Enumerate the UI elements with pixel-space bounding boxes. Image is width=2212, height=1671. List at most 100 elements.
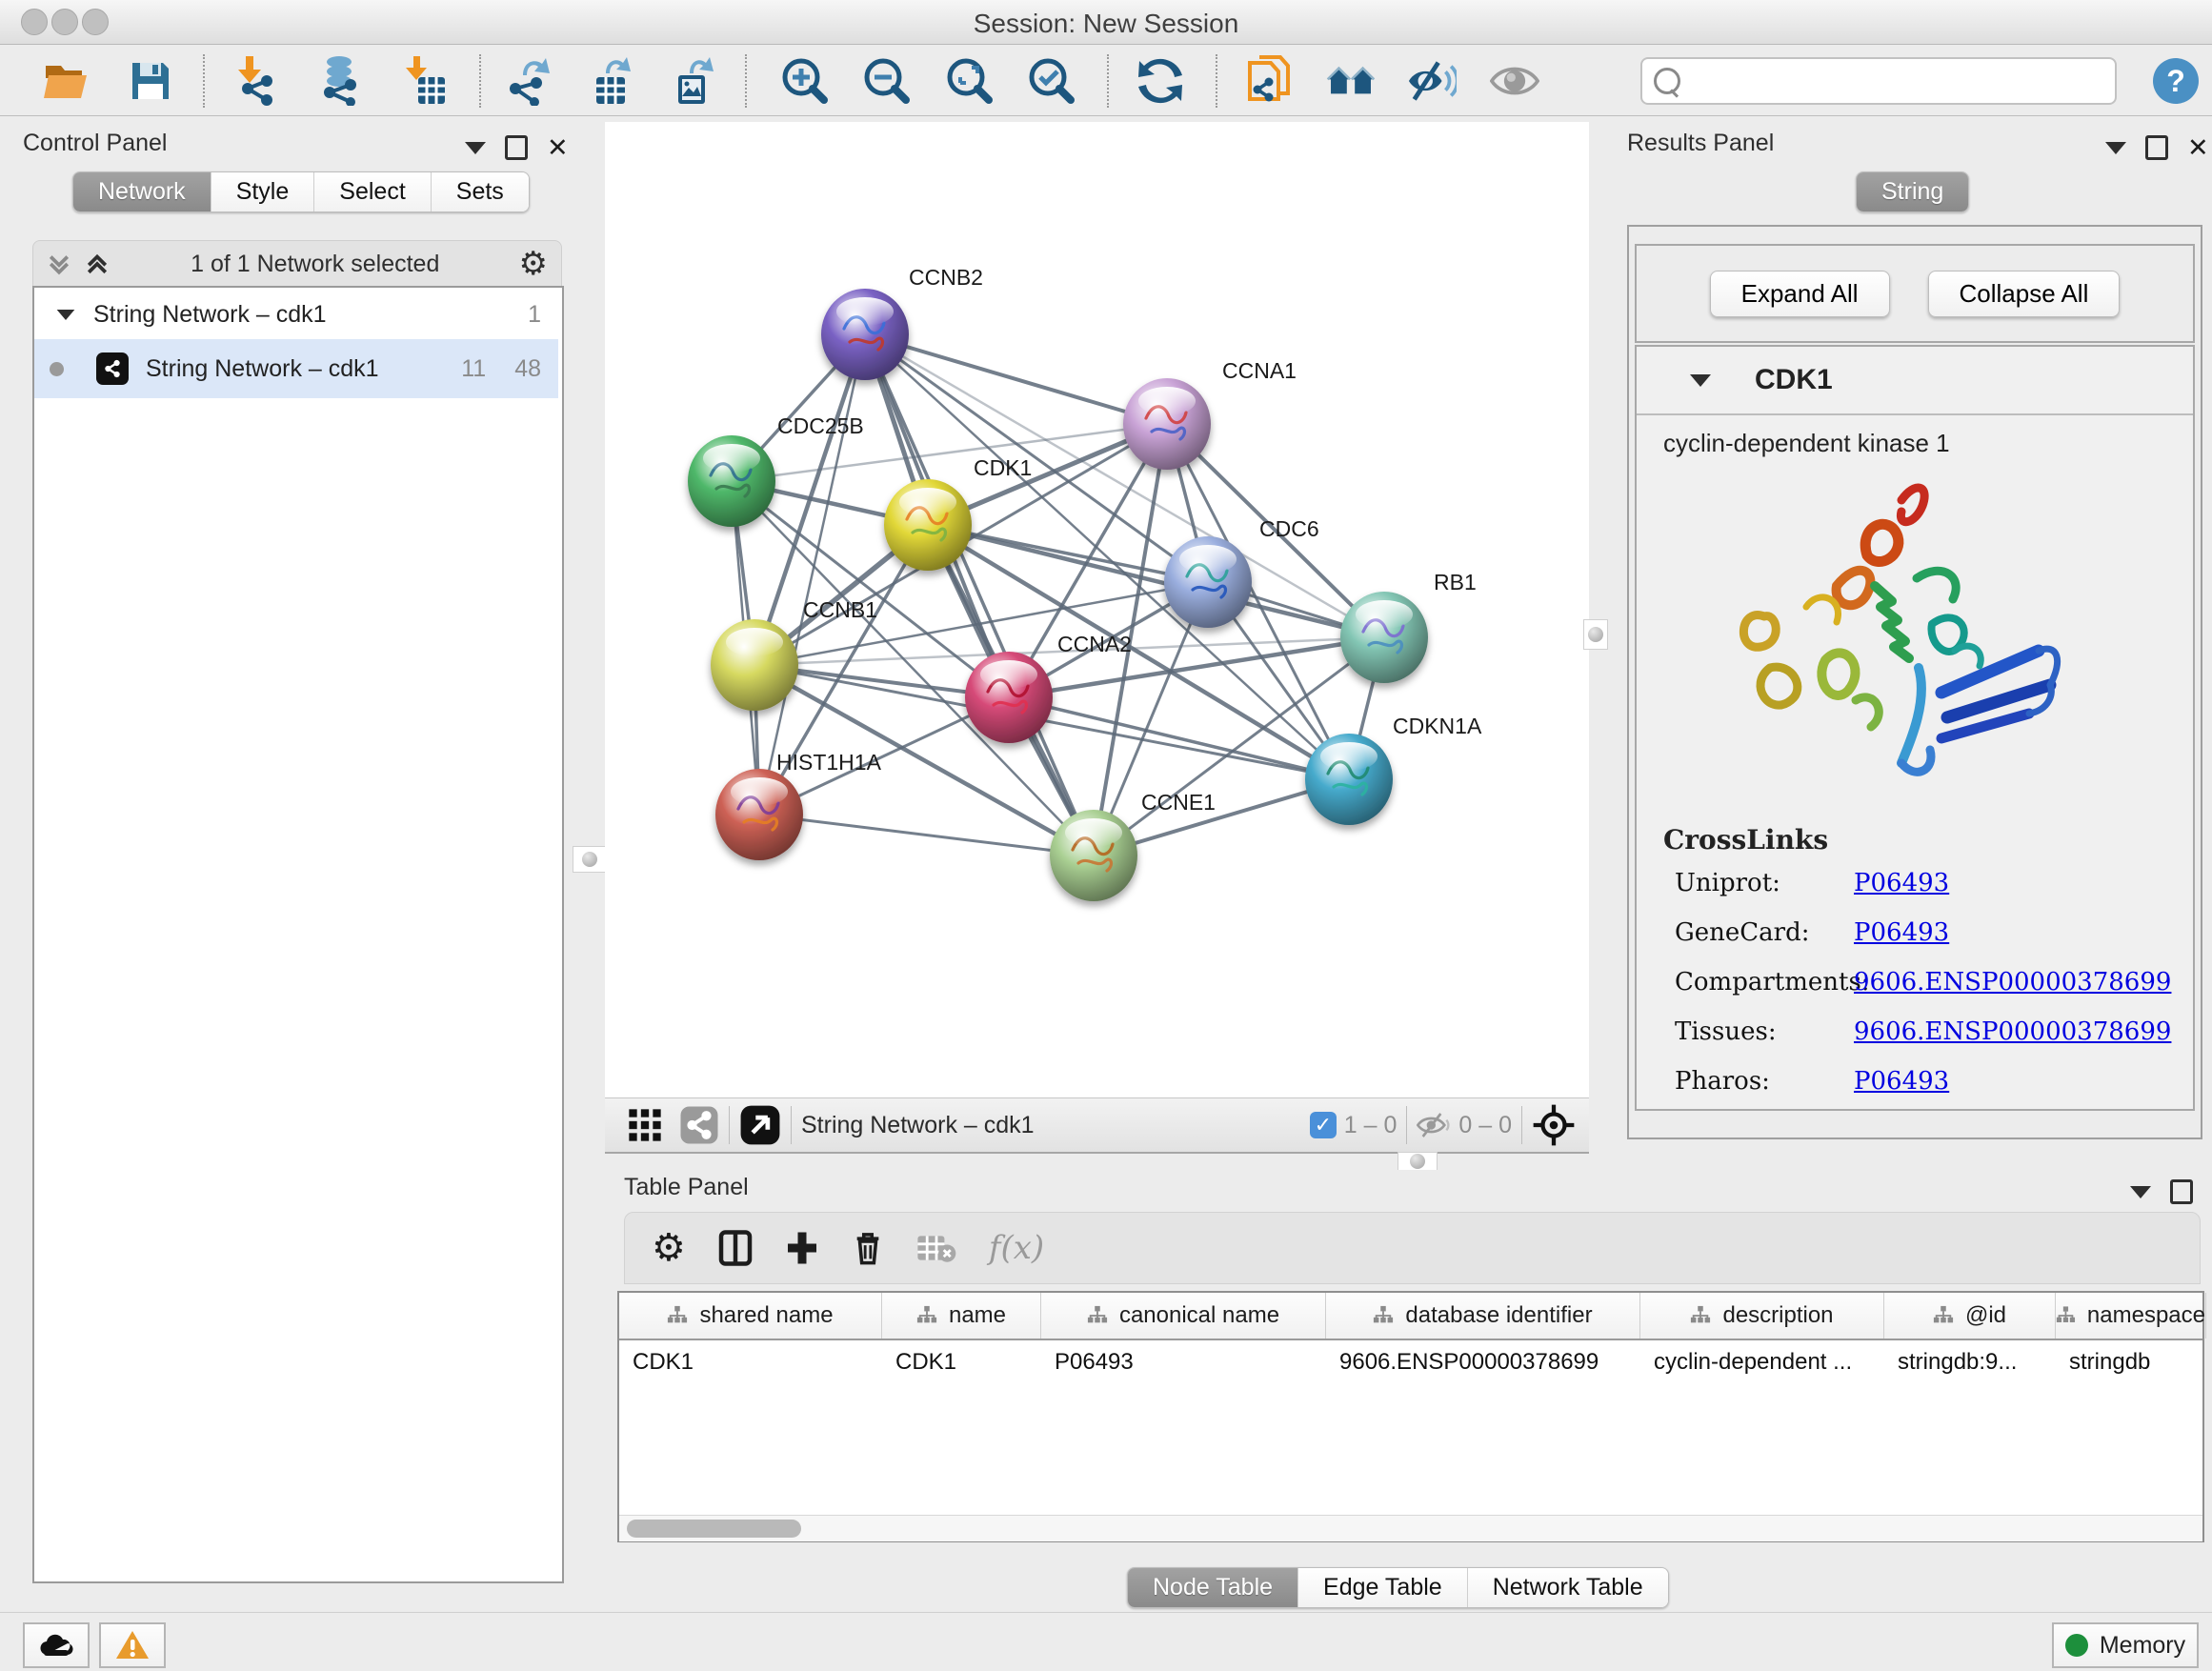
collapse-all-icon[interactable] [45,250,73,278]
panel-menu-icon[interactable] [2130,1186,2151,1198]
scrollbar-thumb[interactable] [627,1520,801,1538]
add-column-icon[interactable] [785,1229,819,1267]
table-cell[interactable]: P06493 [1041,1340,1326,1384]
expand-all-button[interactable]: Expand All [1710,271,1890,317]
network-canvas[interactable]: CCNB2CCNA1CDC25BCDK1CDC6RB1CCNB1CCNA2CDK… [605,122,1589,1097]
right-splitter-handle[interactable] [1583,619,1608,650]
crosslink-link[interactable]: 9606.ENSP00000378699 [1854,968,2171,997]
table-cell[interactable]: stringdb [2056,1340,2206,1384]
tab-style[interactable]: Style [211,172,314,211]
tab-network-table[interactable]: Network Table [1467,1568,1668,1607]
selected-count: ✓ 1 – 0 [1310,1112,1398,1139]
panel-menu-icon[interactable] [465,142,486,154]
left-splitter-handle[interactable] [573,846,607,873]
hide-selected-button[interactable] [1407,56,1457,106]
import-network-database-button[interactable] [316,56,366,106]
tab-select[interactable]: Select [313,172,430,211]
search-input[interactable] [1688,67,2115,95]
import-table-file-button[interactable] [401,56,451,106]
function-builder-icon[interactable]: f(x) [989,1229,1044,1267]
network-view-icon[interactable] [679,1105,719,1145]
table-cell[interactable]: stringdb:9... [1884,1340,2056,1384]
import-network-file-button[interactable] [232,56,282,106]
open-session-button[interactable] [42,56,91,106]
show-eye-button[interactable] [1490,56,1539,106]
crosslink-link[interactable]: P06493 [1854,918,1949,947]
tree-expand-icon[interactable] [57,309,75,319]
node-gloss [731,777,788,806]
node-gloss [836,297,894,326]
share-document-button[interactable] [1244,56,1294,106]
birds-eye-view-icon[interactable] [1532,1103,1576,1147]
tab-sets[interactable]: Sets [431,172,529,211]
network-view-title: String Network – cdk1 [801,1112,1035,1139]
options-gear-icon[interactable]: ⚙ [519,245,548,283]
column-header-namespace[interactable]: namespace [2056,1293,2206,1339]
network-row-selected[interactable]: String Network – cdk1 11 48 [34,339,558,398]
separator [729,1106,730,1144]
crosslink-link[interactable]: P06493 [1854,1067,1949,1096]
table-cell[interactable]: cyclin-dependent ... [1640,1340,1884,1384]
panel-close-icon[interactable]: ✕ [547,138,569,157]
zoom-fit-button[interactable] [945,56,995,106]
selected-checkbox-icon[interactable]: ✓ [1310,1112,1337,1138]
detach-view-icon[interactable] [739,1104,781,1146]
column-header-name[interactable]: name [882,1293,1041,1339]
network-edge[interactable] [865,334,1167,424]
expand-all-icon[interactable] [83,250,111,278]
toolbar-separator [203,54,205,108]
panel-menu-icon[interactable] [2105,142,2126,154]
zoom-out-button[interactable] [862,56,912,106]
panel-float-icon[interactable] [505,135,528,160]
delete-table-icon[interactable] [916,1232,956,1264]
horizontal-splitter-handle[interactable] [1398,1152,1438,1171]
title-bar: Session: New Session [0,0,2212,45]
column-header-@id[interactable]: @id [1884,1293,2056,1339]
tab-string[interactable]: String [1857,172,1968,211]
network-edge[interactable] [759,815,1094,856]
column-header-canonical-name[interactable]: canonical name [1041,1293,1326,1339]
search-bar[interactable] [1640,57,2117,105]
cloud-status-button[interactable] [23,1622,90,1668]
table-cell[interactable]: CDK1 [619,1340,882,1384]
crosslink-label: Uniprot: [1675,869,1854,897]
crosslink-link[interactable]: 9606.ENSP00000378699 [1854,1017,2171,1046]
export-image-button[interactable] [669,56,718,106]
memory-button[interactable]: Memory [2052,1622,2199,1668]
refresh-view-button[interactable] [1136,56,1185,106]
gene-section-header[interactable]: CDK1 [1637,347,2193,415]
table-cell[interactable]: CDK1 [882,1340,1041,1384]
tab-node-table[interactable]: Node Table [1128,1568,1297,1607]
delete-column-icon[interactable] [852,1228,884,1268]
export-network-button[interactable] [504,56,553,106]
warning-status-button[interactable] [99,1622,166,1668]
help-button[interactable]: ? [2151,56,2201,106]
collapse-section-icon[interactable] [1690,374,1711,387]
zoom-selected-button[interactable] [1027,56,1076,106]
split-columns-icon[interactable] [718,1229,753,1267]
save-session-button[interactable] [126,56,175,106]
column-header-shared-name[interactable]: shared name [619,1293,882,1339]
network-collection-row[interactable]: String Network – cdk1 1 [34,290,558,339]
panel-float-icon[interactable] [2170,1179,2193,1204]
panel-close-icon[interactable]: ✕ [2187,138,2209,157]
table-row[interactable]: CDK1CDK1P064939606.ENSP00000378699cyclin… [619,1340,2202,1384]
node-label: RB1 [1434,570,1477,594]
node-table: shared namenamecanonical namedatabase id… [617,1291,2204,1542]
tab-network[interactable]: Network [73,172,211,211]
collapse-all-button[interactable]: Collapse All [1928,271,2121,317]
show-all-networks-button[interactable] [1326,56,1376,106]
table-horizontal-scrollbar[interactable] [619,1515,2202,1541]
panel-float-icon[interactable] [2145,135,2168,160]
tab-edge-table[interactable]: Edge Table [1297,1568,1467,1607]
crosslinks-heading: CrossLinks [1663,824,2193,856]
zoom-in-button[interactable] [780,56,830,106]
crosslink-link[interactable]: P06493 [1854,869,1949,897]
table-gear-icon[interactable]: ⚙ [652,1226,686,1270]
grid-view-icon[interactable] [626,1106,664,1144]
export-table-button[interactable] [587,56,636,106]
table-cell[interactable]: 9606.ENSP00000378699 [1326,1340,1640,1384]
column-header-database-identifier[interactable]: database identifier [1326,1293,1640,1339]
network-edge[interactable] [865,334,1094,856]
column-header-description[interactable]: description [1640,1293,1884,1339]
